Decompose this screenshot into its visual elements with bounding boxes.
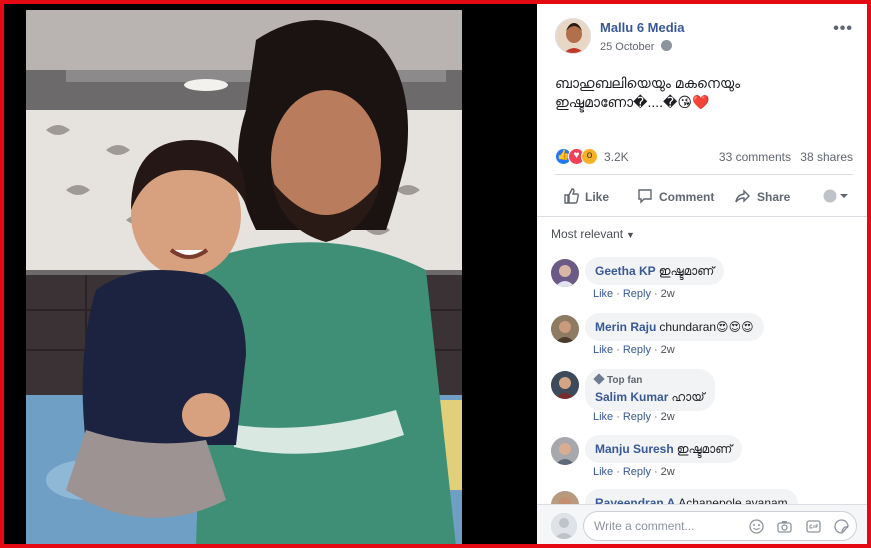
- caption-line-2: ഇഷ്ടമാണോ�....�😘❤️: [555, 94, 710, 110]
- comment-bubble: Raveendran A Achanepole avanam: [585, 489, 798, 504]
- reaction-identity-selector[interactable]: [823, 188, 849, 206]
- commenter-name[interactable]: Raveendran A: [595, 496, 675, 504]
- comment-composer: [537, 504, 867, 544]
- post-photo[interactable]: [26, 10, 462, 544]
- comment-text: ഹായ്: [671, 390, 705, 404]
- comment-sort-dropdown[interactable]: Most relevant ▼: [551, 227, 635, 241]
- more-options-icon[interactable]: •••: [833, 21, 853, 37]
- comment-text: ഇഷ്ടമാണ്: [658, 264, 715, 278]
- top-fan-label: Top fan: [607, 375, 643, 386]
- camera-icon[interactable]: [777, 519, 792, 534]
- share-arrow-icon: [735, 188, 751, 209]
- photo-viewer: [4, 4, 537, 544]
- current-user-avatar: [551, 513, 577, 539]
- page-name-link[interactable]: Mallu 6 Media: [600, 20, 685, 35]
- commenter-name[interactable]: Merin Raju: [595, 320, 656, 334]
- comment-meta: Like · Reply · 2w: [593, 411, 675, 423]
- comment-like-link[interactable]: Like: [593, 288, 613, 300]
- post-header: Mallu 6 Media 25 October •••: [555, 18, 855, 62]
- post-actions-bar: Like Comment Share: [555, 180, 853, 210]
- comment-meta: Like · Reply · 2w: [593, 466, 675, 478]
- comment-reply-link[interactable]: Reply: [623, 288, 651, 300]
- comment-meta: Like · Reply · 2w: [593, 344, 675, 356]
- post-date-text: 25 October: [600, 41, 655, 53]
- comment-time[interactable]: 2w: [661, 344, 675, 356]
- comment-like-link[interactable]: Like: [593, 466, 613, 478]
- comment-text: Achanepole avanam: [678, 496, 788, 504]
- commenter-avatar[interactable]: [551, 371, 579, 399]
- comment-bubble: Top fan Salim Kumar ഹായ്: [585, 369, 715, 411]
- comment-reply-link[interactable]: Reply: [623, 466, 651, 478]
- composer-icons: [740, 518, 849, 536]
- page-avatar[interactable]: [555, 18, 591, 54]
- comment-reply-link[interactable]: Reply: [623, 344, 651, 356]
- comments-section: Most relevant ▼ Geetha KP ഇഷ്ടമാണ് Like · Re…: [537, 216, 867, 504]
- caret-down-icon: ▼: [626, 230, 635, 240]
- commenter-avatar[interactable]: [551, 437, 579, 465]
- comment-time[interactable]: 2w: [661, 466, 675, 478]
- profile-silhouette-icon: [823, 189, 848, 203]
- post-sidebar: Mallu 6 Media 25 October ••• ബാഹുബലിയെയു…: [537, 4, 867, 544]
- comment-time[interactable]: 2w: [661, 288, 675, 300]
- share-button[interactable]: Share: [735, 188, 790, 206]
- gif-icon[interactable]: [805, 519, 821, 534]
- comment-bubble: Geetha KP ഇഷ്ടമാണ്: [585, 257, 725, 285]
- screenshot-frame: Mallu 6 Media 25 October ••• ബാഹുബലിയെയു…: [0, 0, 871, 548]
- wow-reaction-icon: o: [581, 148, 598, 165]
- comment-text: ഇഷ്ടമാണ്: [676, 442, 733, 456]
- comment-sort-label: Most relevant: [551, 227, 624, 241]
- smiley-icon[interactable]: [748, 519, 764, 534]
- globe-icon: [661, 40, 673, 51]
- comment-reply-link[interactable]: Reply: [623, 411, 651, 423]
- commenter-name[interactable]: Geetha KP: [595, 264, 656, 278]
- commenter-avatar[interactable]: [551, 259, 579, 287]
- divider: [555, 174, 853, 175]
- diamond-icon: [593, 373, 605, 385]
- caption-line-1: ബാഹുബലിയെയും മകനെയും: [555, 75, 741, 91]
- comment-time[interactable]: 2w: [661, 411, 675, 423]
- like-button[interactable]: Like: [563, 188, 609, 206]
- comment-text: chundaran😍😍😍: [659, 320, 754, 334]
- comment-bubble: Merin Raju chundaran😍😍😍: [585, 313, 764, 341]
- like-button-label: Like: [585, 190, 610, 204]
- comment-button[interactable]: Comment: [637, 188, 714, 206]
- reactions-summary: 👍 ♥ o 3.2K 33 comments 38 shares: [555, 148, 853, 168]
- comment-button-label: Comment: [659, 190, 715, 204]
- comments-count-link[interactable]: 33 comments: [719, 150, 791, 164]
- comment-meta: Like · Reply · 2w: [593, 288, 675, 300]
- engagement-counts: 33 comments 38 shares: [713, 150, 853, 164]
- reaction-count[interactable]: 3.2K: [604, 150, 629, 164]
- commenter-avatar[interactable]: [551, 491, 579, 504]
- comment-like-link[interactable]: Like: [593, 411, 613, 423]
- commenter-name[interactable]: Manju Suresh: [595, 442, 674, 456]
- speech-bubble-icon: [637, 188, 653, 209]
- shares-count-link[interactable]: 38 shares: [800, 150, 853, 164]
- comment-like-link[interactable]: Like: [593, 344, 613, 356]
- share-button-label: Share: [757, 190, 791, 204]
- sticker-icon[interactable]: [834, 519, 849, 534]
- top-fan-badge: Top fan: [593, 373, 705, 388]
- comment-bubble: Manju Suresh ഇഷ്ടമാണ്: [585, 435, 743, 463]
- commenter-name[interactable]: Salim Kumar: [595, 390, 668, 404]
- commenter-avatar[interactable]: [551, 315, 579, 343]
- post-timestamp[interactable]: 25 October: [600, 40, 673, 53]
- post-caption: ബാഹുബലിയെയും മകനെയും ഇഷ്ടമാണോ�....�😘❤️: [555, 74, 845, 112]
- thumbs-up-icon: [563, 188, 579, 209]
